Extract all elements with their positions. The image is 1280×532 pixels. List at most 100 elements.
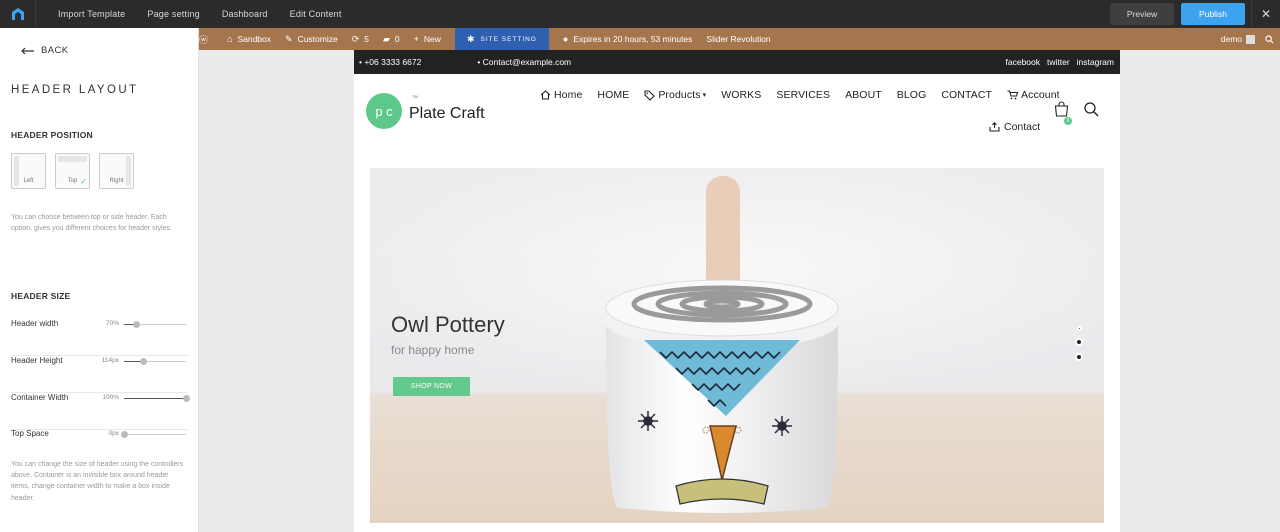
position-help-text: You can choose between top or side heade…: [11, 214, 172, 233]
slide-dot-3[interactable]: [1075, 353, 1083, 361]
slider-pagination: [1075, 326, 1083, 368]
nav-home[interactable]: HOME: [597, 89, 629, 101]
preview-button[interactable]: Preview: [1110, 3, 1174, 25]
menu-import-template[interactable]: Import Template: [58, 9, 125, 19]
cart-count-badge: 0: [1064, 117, 1072, 125]
site-preview: • +06 3333 6672 • Contact@example.com fa…: [354, 50, 1120, 532]
menu-dashboard[interactable]: Dashboard: [222, 9, 268, 19]
nav-home-icon-link[interactable]: Home: [540, 89, 582, 101]
brand-name: Plate Craft: [409, 105, 485, 122]
gear-icon: ✱: [466, 33, 476, 44]
checkmark-icon: ✓: [80, 177, 87, 186]
instagram-link[interactable]: instagram: [1077, 57, 1114, 67]
header-height-slider[interactable]: [124, 358, 186, 365]
search-button[interactable]: [1084, 102, 1099, 122]
shopping-bag-button[interactable]: 0: [1054, 101, 1072, 125]
comments-count: 0: [394, 34, 400, 44]
container-width-value: 100%: [102, 394, 119, 401]
admin-expires[interactable]: ● Expires in 20 hours, 53 minutes: [563, 34, 693, 44]
expires-label: Expires in 20 hours, 53 minutes: [573, 34, 693, 44]
plus-icon: +: [413, 34, 419, 44]
admin-comments[interactable]: ▰ 0: [383, 34, 400, 45]
site-setting-label: SITE SETTING: [480, 35, 537, 43]
container-width-label: Container Width: [11, 393, 69, 402]
chevron-down-icon: ▾: [702, 92, 707, 99]
search-icon[interactable]: [1265, 34, 1274, 44]
nav-contact[interactable]: CONTACT: [941, 89, 992, 101]
header-width-control: Header width 70%: [11, 319, 188, 356]
home-icon: ⌂: [227, 34, 233, 44]
size-help-text: You can change the size of header using …: [11, 461, 184, 502]
container-width-control: Container Width 100%: [11, 393, 190, 430]
hero-subtitle: for happy home: [391, 343, 475, 357]
site-topbar: • +06 3333 6672 • Contact@example.com fa…: [354, 50, 1120, 74]
tag-icon: [644, 89, 656, 101]
admin-user[interactable]: demo: [1221, 34, 1242, 44]
hero-slider[interactable]: Owl Pottery for happy home SHOP NOW: [370, 168, 1104, 523]
position-right-option[interactable]: Right: [99, 153, 134, 189]
header-height-label: Header Height: [11, 356, 63, 365]
admin-sandbox[interactable]: ⌂ Sandbox: [227, 34, 271, 44]
slide-dot-2[interactable]: [1075, 338, 1083, 346]
nav-blog[interactable]: BLOG: [897, 89, 927, 101]
header-settings-panel: BACK HEADER LAYOUT HEADER POSITION Left …: [0, 28, 199, 532]
nav-about[interactable]: ABOUT: [845, 89, 882, 101]
search-icon: [1084, 102, 1099, 117]
shopping-bag-icon: [1054, 101, 1069, 117]
close-icon[interactable]: ✕: [1251, 0, 1280, 28]
back-button[interactable]: BACK: [20, 45, 68, 56]
panel-title: HEADER LAYOUT: [11, 84, 139, 96]
menu-edit-content[interactable]: Edit Content: [290, 9, 342, 19]
owl-pottery-image: [370, 168, 1104, 513]
logo-mark: p c: [366, 93, 402, 129]
slide-dot-1[interactable]: [1076, 326, 1082, 331]
top-space-value: 0px: [108, 430, 119, 437]
publish-button[interactable]: Publish: [1181, 3, 1245, 25]
cart-icon: [1007, 90, 1019, 100]
brush-icon: ✎: [285, 33, 293, 44]
shop-now-button[interactable]: SHOP NOW: [393, 377, 470, 396]
position-left-option[interactable]: Left: [11, 153, 46, 189]
header-width-slider[interactable]: [124, 321, 186, 328]
header-height-control: Header Height 114px: [11, 356, 188, 393]
container-width-slider[interactable]: [124, 395, 190, 402]
nav-products[interactable]: Products ▾: [644, 89, 706, 101]
header-width-label: Header width: [11, 319, 59, 328]
site-logo[interactable]: p c TM Plate Craft: [366, 93, 485, 129]
trademark-mark: TM: [412, 94, 418, 99]
phone-text: • +06 3333 6672: [359, 57, 422, 67]
poop-icon: ●: [562, 34, 569, 44]
refresh-icon: ⟳: [351, 33, 360, 44]
updates-count: 5: [364, 34, 369, 44]
main-nav: Home HOME Products ▾ WORKS SERVICES ABOU…: [540, 89, 1075, 101]
twitter-link[interactable]: twitter: [1047, 57, 1070, 67]
customize-label: Customize: [297, 34, 338, 44]
header-height-value: 114px: [101, 357, 119, 364]
avatar[interactable]: [1246, 34, 1255, 44]
slider-label: Slider Revolution: [706, 34, 771, 44]
email-text[interactable]: • Contact@example.com: [477, 57, 599, 67]
admin-new[interactable]: + New: [414, 34, 441, 44]
nav-services[interactable]: SERVICES: [776, 89, 830, 101]
nav-account[interactable]: Account: [1007, 89, 1060, 101]
admin-bar: ⓦ ⌂ Sandbox ✎ Customize ⟳ 5 ▰ 0 + New ✱ SITE S…: [199, 28, 1280, 50]
editor-toolbar: Import Template Page setting Dashboard E…: [0, 0, 1280, 28]
top-space-label: Top Space: [11, 429, 49, 438]
admin-updates[interactable]: ⟳ 5: [352, 34, 369, 45]
nav-works[interactable]: WORKS: [721, 89, 761, 101]
site-setting-button[interactable]: ✱ SITE SETTING: [454, 28, 549, 50]
app-logo-icon[interactable]: [0, 0, 36, 28]
top-space-slider[interactable]: [121, 431, 186, 438]
wordpress-icon[interactable]: ⓦ: [199, 33, 213, 46]
arrow-left-icon: [21, 47, 34, 54]
hero-title: Owl Pottery: [391, 312, 505, 337]
position-left-label: Left: [23, 178, 34, 184]
position-top-option[interactable]: Top ✓: [55, 153, 90, 189]
new-label: New: [423, 34, 441, 44]
admin-customize[interactable]: ✎ Customize: [285, 34, 338, 45]
position-right-label: Right: [109, 178, 124, 184]
nav-contact-secondary[interactable]: Contact: [989, 121, 1040, 133]
menu-page-setting[interactable]: Page setting: [147, 9, 199, 19]
admin-slider-revolution[interactable]: Slider Revolution: [706, 34, 770, 44]
facebook-link[interactable]: facebook: [1006, 57, 1041, 67]
